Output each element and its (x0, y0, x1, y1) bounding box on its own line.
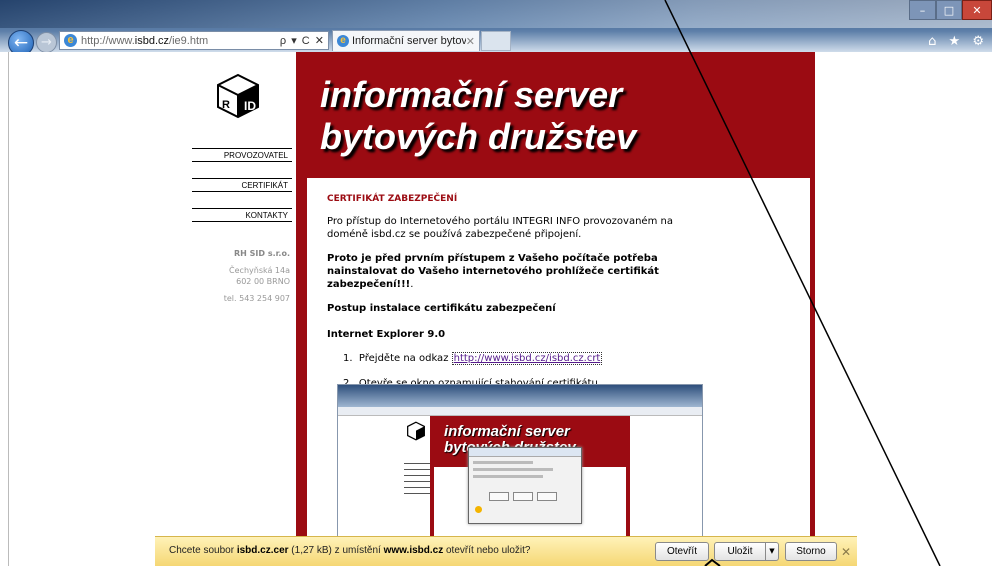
save-button[interactable]: Uložit (714, 542, 766, 561)
shot-titlebar (338, 385, 702, 407)
open-button[interactable]: Otevřít (655, 542, 709, 561)
tab-close-icon[interactable]: ✕ (466, 35, 479, 48)
new-tab-button[interactable] (481, 31, 511, 51)
site-title: informační server bytových družstev (320, 74, 636, 158)
shot-logo-icon (407, 421, 425, 441)
browser-chrome: ← → e http://www.isbd.cz/ie9.htm ρ ▾ C ✕… (0, 0, 992, 56)
intro-line1: Pro přístup do Internetového portálu INT… (327, 216, 673, 227)
page-heading: CERTIFIKÁT ZABEZPEČENÍ (327, 194, 458, 204)
warning-line2: nainstalovat do Vašeho internetového pro… (327, 266, 659, 277)
certificate-link[interactable]: http://www.isbd.cz/isbd.cz.crt (451, 352, 603, 365)
shot-nav-item (404, 475, 432, 482)
browser-tab[interactable]: e Informační server bytových... ✕ (332, 30, 480, 51)
sidebar: ID R PROVOZOVATEL CERTIFIKÁT KONTAKTY RH… (192, 52, 296, 566)
download-prompt: Chcete soubor isbd.cz.cer (1,27 kB) z um… (169, 545, 531, 556)
warning-line1: Proto je před prvním přístupem z Vašeho … (327, 253, 658, 264)
shot-nav-item (404, 463, 432, 470)
download-notification-bar: Chcete soubor isbd.cz.cer (1,27 kB) z um… (155, 536, 857, 566)
shot-toolbar (338, 407, 702, 416)
window-controls: – □ ✕ (909, 0, 992, 20)
main-article: CERTIFIKÁT ZABEZPEČENÍ Pro přístup do In… (307, 178, 810, 566)
address-bar[interactable]: e http://www.isbd.cz/ie9.htm ρ ▾ C ✕ (59, 31, 329, 50)
site-title-line2: bytových družstev (320, 116, 637, 157)
cancel-button[interactable]: Storno (785, 542, 837, 561)
steps-heading: Postup instalace certifikátu zabezpečení (327, 303, 556, 314)
save-options-dropdown[interactable]: ▼ (765, 542, 779, 561)
step-1: 1. Přejděte na odkaz http://www.isbd.cz/… (343, 352, 603, 365)
tab-title: Informační server bytových... (352, 35, 466, 47)
forward-button[interactable]: → (36, 32, 57, 53)
nav-provozovatel[interactable]: PROVOZOVATEL (192, 148, 292, 162)
page-content: ID R PROVOZOVATEL CERTIFIKÁT KONTAKTY RH… (8, 52, 992, 566)
home-favorites-tools-icons[interactable]: ⌂ ★ ⚙ (928, 34, 988, 49)
site-title-line1: informační server (320, 74, 623, 115)
nav-kontakty[interactable]: KONTAKTY (192, 208, 292, 222)
svg-text:ID: ID (244, 99, 256, 113)
warning-line3: zabezpečení!!!. (327, 279, 414, 290)
browser-heading: Internet Explorer 9.0 (327, 329, 446, 340)
site: ID R PROVOZOVATEL CERTIFIKÁT KONTAKTY RH… (192, 52, 815, 566)
ie-icon: e (337, 35, 349, 47)
shot-nav-item (404, 487, 432, 494)
maximize-button[interactable]: □ (936, 0, 962, 20)
site-header: informační server bytových družstev (296, 52, 815, 178)
minimize-button[interactable]: – (909, 0, 936, 20)
ie-icon: e (64, 34, 77, 47)
company-street: Čechyňská 14a (229, 266, 290, 275)
close-window-button[interactable]: ✕ (962, 0, 992, 20)
address-tools[interactable]: ρ ▾ C ✕ (280, 34, 328, 47)
window-titlebar (0, 0, 992, 28)
address-url[interactable]: http://www.isbd.cz/ie9.htm (81, 35, 280, 47)
rhsid-logo-icon: ID R (217, 73, 259, 119)
company-phone: tel. 543 254 907 (223, 294, 290, 303)
nav-certifikat[interactable]: CERTIFIKÁT (192, 178, 292, 192)
close-icon[interactable]: ✕ (841, 545, 851, 559)
intro-line2: doméně isbd.cz se používá zabezpečené př… (327, 229, 582, 240)
shot-download-dialog (468, 447, 582, 524)
company-city: 602 00 BRNO (236, 277, 290, 286)
company-name: RH SID s.r.o. (234, 249, 290, 258)
svg-text:R: R (222, 99, 230, 111)
